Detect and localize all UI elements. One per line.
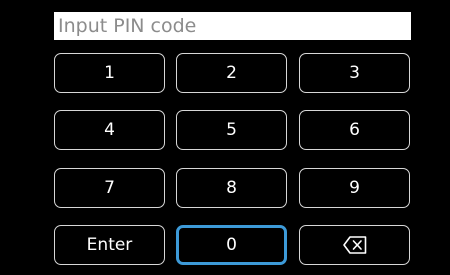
keypad-key-0[interactable]: 0: [176, 225, 287, 265]
pin-input-field[interactable]: [54, 12, 411, 40]
keypad-key-4[interactable]: 4: [54, 110, 165, 150]
key-label: 1: [104, 63, 115, 83]
backspace-button[interactable]: [299, 225, 410, 265]
enter-button[interactable]: Enter: [54, 225, 165, 265]
backspace-icon: [342, 236, 367, 254]
key-label: 2: [226, 63, 237, 83]
keypad-key-2[interactable]: 2: [176, 53, 287, 93]
keypad-key-7[interactable]: 7: [54, 168, 165, 208]
key-label: 4: [104, 120, 115, 140]
key-label: 5: [226, 120, 237, 140]
pin-entry-screen: 1 2 3 4 5 6 7 8 9 Enter 0: [0, 0, 450, 275]
key-label: 3: [349, 63, 360, 83]
key-label: 8: [226, 178, 237, 198]
keypad-key-5[interactable]: 5: [176, 110, 287, 150]
key-label: 6: [349, 120, 360, 140]
key-label: 0: [226, 235, 237, 255]
keypad-key-8[interactable]: 8: [176, 168, 287, 208]
keypad-key-9[interactable]: 9: [299, 168, 410, 208]
enter-button-label: Enter: [86, 235, 133, 255]
key-label: 9: [349, 178, 360, 198]
keypad-key-3[interactable]: 3: [299, 53, 410, 93]
keypad-key-6[interactable]: 6: [299, 110, 410, 150]
key-label: 7: [104, 178, 115, 198]
keypad-key-1[interactable]: 1: [54, 53, 165, 93]
